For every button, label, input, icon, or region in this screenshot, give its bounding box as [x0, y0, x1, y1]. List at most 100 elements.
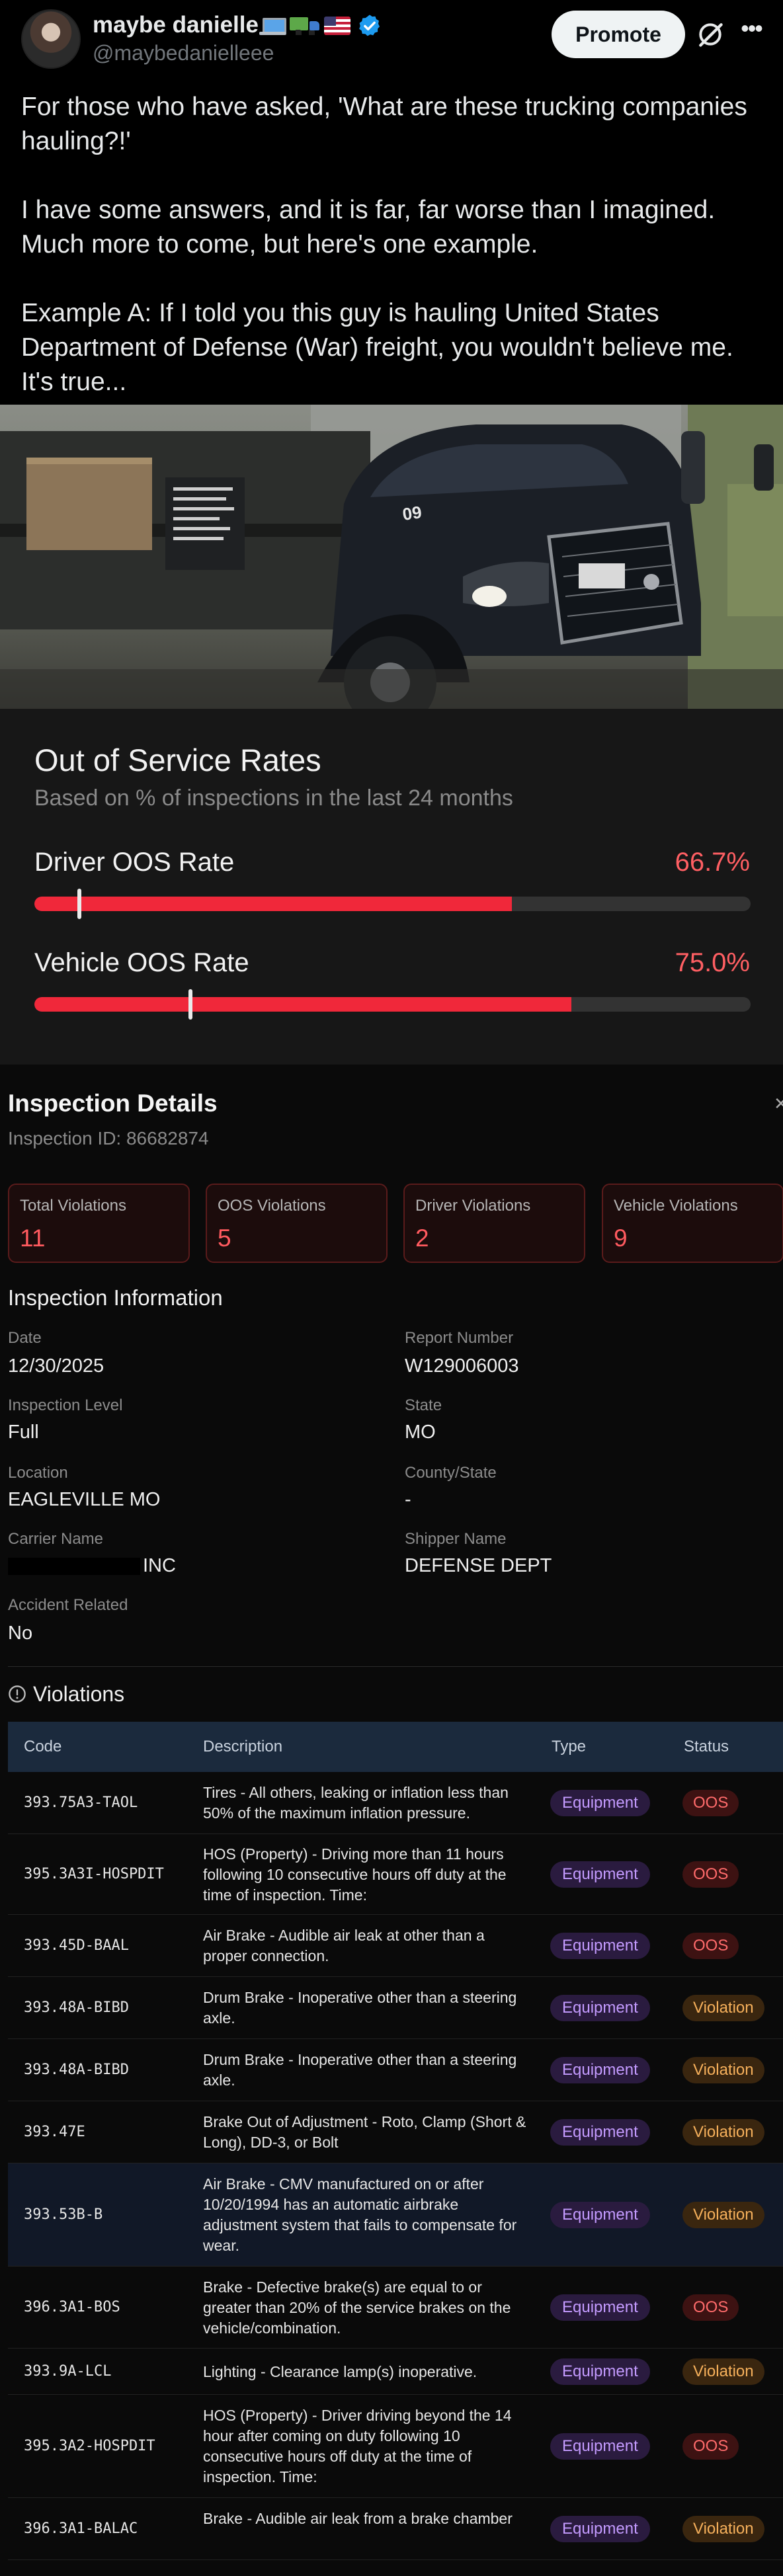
violation-code: 396.3A1-BALAC: [24, 2520, 138, 2537]
driver-oos-label: Driver OOS Rate: [34, 848, 235, 877]
vehicle-oos-value: 75.0%: [675, 948, 750, 977]
table-row[interactable]: 393.48A-BIBD Drum Brake - Inoperative oth…: [8, 2039, 783, 2101]
table-row[interactable]: 395.3A2-HOSPDIT HOS (Property) - Driver d…: [8, 2395, 783, 2498]
truck-illustration: 09: [0, 405, 783, 709]
carrier-name-suffix: INC: [143, 1555, 176, 1576]
laptop-icon: [259, 17, 286, 35]
shipper-name-value: DEFENSE DEPT: [405, 1555, 552, 1576]
verified-badge-icon: [359, 15, 380, 36]
driver-oos-fill: [34, 897, 513, 911]
oos-subtitle: Based on % of inspections in the last 24…: [34, 785, 513, 811]
violation-description: Brake - Audible air leak from a brake ch…: [203, 2510, 513, 2527]
stat-label: Driver Violations: [415, 1197, 531, 1215]
table-body: 393.75A3-TAOL Tires - All others, leaking…: [8, 1772, 783, 2560]
table-row[interactable]: 395.3A3I-HOSPDIT HOS (Property) - Driving…: [8, 1834, 783, 1915]
vehicle-oos-label: Vehicle OOS Rate: [34, 948, 249, 977]
status-badge: Violation: [682, 2057, 764, 2083]
oos-title: Out of Service Rates: [34, 743, 321, 778]
info-circle-icon: [9, 1685, 26, 1703]
vehicle-oos-fill: [34, 997, 572, 1012]
county-state-value: -: [405, 1489, 411, 1510]
type-badge: Equipment: [550, 1933, 650, 1959]
violation-description: HOS (Property) - Driving more than 11 ho…: [203, 1845, 507, 1904]
type-badge: Equipment: [550, 2358, 650, 2385]
status-badge: Violation: [682, 2202, 764, 2228]
state-value: MO: [405, 1422, 436, 1443]
report-number-label: Report Number: [405, 1329, 514, 1347]
table-row[interactable]: 393.75A3-TAOL Tires - All others, leaking…: [8, 1772, 783, 1834]
violation-code: 396.3A1-BOS: [24, 2299, 120, 2315]
violation-code: 393.9A-LCL: [24, 2363, 112, 2380]
driver-oos-marker: [77, 889, 81, 919]
header-code[interactable]: Code: [24, 1738, 62, 1756]
accident-related-value: No: [8, 1623, 33, 1644]
status-badge: OOS: [682, 1861, 739, 1888]
stat-value: 9: [614, 1225, 628, 1252]
violation-description: Air Brake - Audible air leak at other th…: [203, 1927, 485, 1964]
table-row[interactable]: 393.53B-B Air Brake - CMV manufactured on…: [8, 2163, 783, 2267]
avatar[interactable]: [21, 9, 81, 69]
location-value: EAGLEVILLE MO: [8, 1489, 161, 1510]
violation-code: 395.3A3I-HOSPDIT: [24, 1866, 164, 1882]
handle[interactable]: @maybedanielleee: [93, 41, 274, 65]
date-label: Date: [8, 1329, 42, 1347]
stat-value: 2: [415, 1225, 429, 1252]
carrier-name-label: Carrier Name: [8, 1530, 104, 1548]
more-options-icon[interactable]: •••: [737, 17, 766, 48]
violation-code: 393.48A-BIBD: [24, 1999, 129, 2016]
grok-icon[interactable]: [696, 20, 725, 49]
svg-text:09: 09: [401, 502, 423, 524]
status-badge: OOS: [682, 2433, 739, 2460]
status-badge: OOS: [682, 1790, 739, 1816]
header-status[interactable]: Status: [684, 1738, 729, 1756]
violation-description: Air Brake - CMV manufactured on or after…: [203, 2175, 517, 2254]
date-value: 12/30/2025: [8, 1355, 104, 1377]
accident-related-label: Accident Related: [8, 1596, 128, 1614]
tweet-paragraph: I have some answers, and it is far, far …: [21, 196, 716, 259]
table-row[interactable]: 393.48A-BIBD Drum Brake - Inoperative oth…: [8, 1977, 783, 2039]
redaction-bar: [8, 1558, 140, 1576]
table-row[interactable]: 393.45D-BAAL Air Brake - Audible air leak…: [8, 1915, 783, 1977]
stat-card-vehicle: Vehicle Violations 9: [602, 1184, 783, 1263]
table-row[interactable]: 393.47E Brake Out of Adjustment - Roto, C…: [8, 2101, 783, 2163]
type-badge: Equipment: [550, 2294, 650, 2321]
violation-code: 393.45D-BAAL: [24, 1937, 129, 1954]
header-type[interactable]: Type: [552, 1738, 586, 1756]
report-number-value: W129006003: [405, 1355, 519, 1377]
table-row[interactable]: 396.3A1-BALAC Brake - Audible air leak fr…: [8, 2498, 783, 2560]
violations-table: Code Description Type Status 393.75A3-TA…: [8, 1722, 783, 2560]
status-badge: Violation: [682, 2516, 764, 2542]
carrier-name-value: INC: [8, 1555, 176, 1577]
type-badge: Equipment: [550, 1861, 650, 1888]
inspection-id: Inspection ID: 86682874: [8, 1128, 209, 1148]
type-badge: Equipment: [550, 2202, 650, 2228]
stat-label: Vehicle Violations: [614, 1197, 738, 1215]
display-name[interactable]: maybe danielle: [93, 12, 259, 38]
table-row[interactable]: 393.9A-LCL Lighting - Clearance lamp(s) i…: [8, 2349, 783, 2395]
type-badge: Equipment: [550, 1995, 650, 2021]
location-label: Location: [8, 1464, 68, 1482]
truck-photo[interactable]: 09: [0, 405, 783, 709]
header-description[interactable]: Description: [203, 1738, 282, 1756]
stat-card-total: Total Violations 11: [8, 1184, 190, 1263]
type-badge: Equipment: [550, 2516, 650, 2542]
status-badge: OOS: [682, 2294, 739, 2321]
name-emojis: [259, 13, 350, 38]
type-badge: Equipment: [550, 2119, 650, 2146]
violation-description: Tires - All others, leaking or inflation…: [203, 1784, 509, 1822]
state-label: State: [405, 1396, 442, 1414]
type-badge: Equipment: [550, 2057, 650, 2083]
status-badge: Violation: [682, 2119, 764, 2146]
stat-value: 11: [20, 1225, 46, 1252]
inspection-level-label: Inspection Level: [8, 1396, 123, 1414]
violation-description: Drum Brake - Inoperative other than a st…: [203, 1989, 517, 2027]
vehicle-oos-bar: [34, 997, 751, 1012]
violation-description: Drum Brake - Inoperative other than a st…: [203, 2051, 517, 2089]
truck-icon: [290, 16, 320, 36]
close-icon[interactable]: ✕: [774, 1094, 783, 1114]
violation-code: 393.75A3-TAOL: [24, 1794, 138, 1811]
type-badge: Equipment: [550, 1790, 650, 1816]
table-row[interactable]: 396.3A1-BOS Brake - Defective brake(s) ar…: [8, 2267, 783, 2349]
promote-button[interactable]: Promote: [552, 11, 685, 58]
tweet-paragraph: For those who have asked, 'What are thes…: [21, 93, 747, 155]
